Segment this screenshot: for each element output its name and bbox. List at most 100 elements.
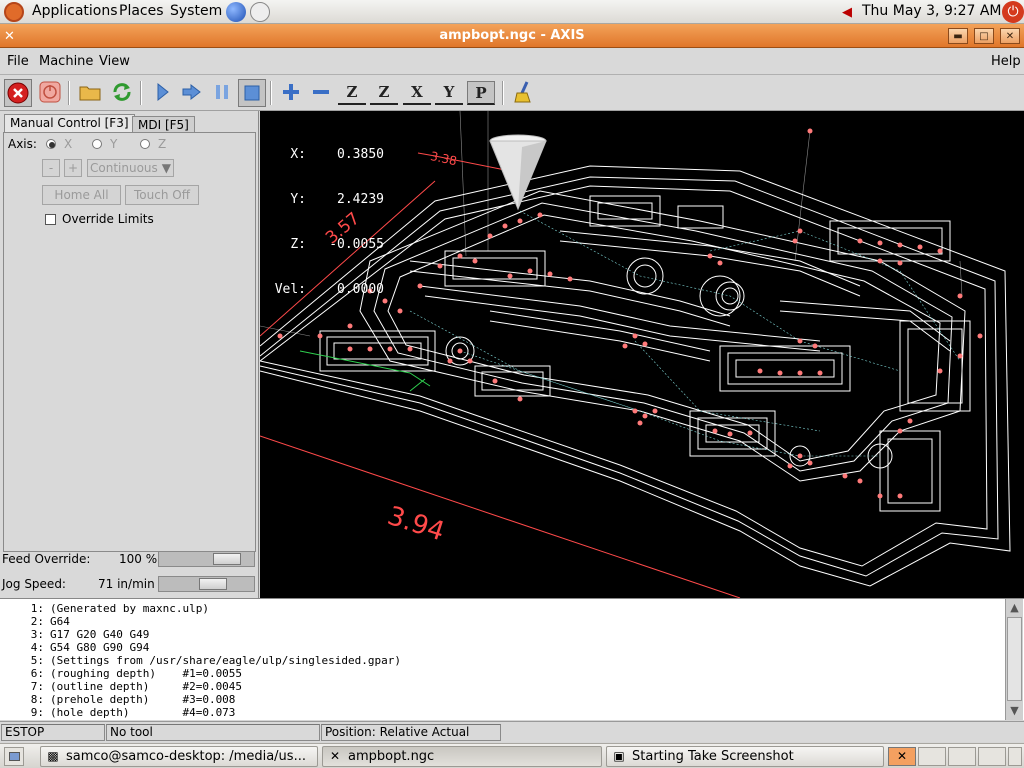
ubuntu-logo-icon[interactable] <box>4 2 24 22</box>
top-panel: Applications Places System ◀ Thu May 3, … <box>0 0 1024 24</box>
workspace-1[interactable]: ✕ <box>888 747 916 766</box>
gcode-line[interactable]: 3: G17 G20 G40 G49 <box>8 628 150 641</box>
axis-z-label: Z <box>158 137 167 151</box>
close-button[interactable]: ✕ <box>1000 28 1020 44</box>
workspace-2[interactable] <box>918 747 946 766</box>
scrollbar-thumb[interactable] <box>1007 617 1022 701</box>
places-menu[interactable]: Places <box>119 3 164 19</box>
machine-power-button[interactable] <box>36 79 64 107</box>
task-axis[interactable]: ✕ ampbopt.ngc <box>322 746 602 767</box>
view-z-rotated-button[interactable]: Z <box>370 81 398 105</box>
feed-override-slider-thumb[interactable] <box>213 553 241 565</box>
volume-icon[interactable]: ◀ <box>842 5 852 20</box>
gcode-line-text: G54 G80 G90 G94 <box>50 641 150 654</box>
gcode-listing[interactable]: 1: (Generated by maxnc.ulp) 2: G64 3: G17 G20… <box>0 598 1024 720</box>
show-desktop-button[interactable] <box>4 747 24 766</box>
feed-override-label: Feed Override: <box>2 552 91 566</box>
gcode-line[interactable]: 5: (Settings from /usr/share/eagle/ulp/si… <box>8 654 401 667</box>
gcode-line[interactable]: 7: (outline depth) #2=0.0045 <box>8 680 242 693</box>
gcode-line[interactable]: 8: (prehole depth) #3=0.008 <box>8 693 236 706</box>
system-menu[interactable]: System <box>170 3 222 19</box>
view-p-button[interactable]: P <box>467 81 495 105</box>
clear-plot-button[interactable] <box>510 79 538 107</box>
task-screenshot[interactable]: ▣ Starting Take Screenshot <box>606 746 884 767</box>
window-title-bar[interactable]: ✕ ampbopt.ngc - AXIS ▬ □ ✕ <box>0 24 1024 48</box>
task-axis-label: ampbopt.ngc <box>348 749 435 764</box>
menu-help[interactable]: Help <box>991 54 1021 69</box>
jog-minus-button[interactable]: - <box>42 159 60 177</box>
stop-button[interactable] <box>238 79 266 107</box>
folder-icon <box>79 86 101 101</box>
pause-button[interactable] <box>208 79 236 107</box>
override-limits-checkbox[interactable] <box>45 214 56 225</box>
open-file-button[interactable] <box>76 79 104 107</box>
task-terminal[interactable]: ▩ samco@samco-desktop: /media/us... <box>40 746 318 767</box>
reload-file-button[interactable] <box>108 79 136 107</box>
minimize-button[interactable]: ▬ <box>948 28 968 44</box>
run-button[interactable] <box>148 79 176 107</box>
jog-mode-select[interactable]: Continuous ▼ <box>87 159 174 177</box>
step-button[interactable] <box>178 79 206 107</box>
gcode-line-text: (Settings from /usr/share/eagle/ulp/sing… <box>50 654 401 667</box>
estop-button[interactable] <box>4 79 32 107</box>
toolpath-preview[interactable]: 3.94 3.57 3.38 X: 0.3850 Y: 2.4239 Z: -0.00… <box>260 111 1024 598</box>
clock[interactable]: Thu May 3, 9:27 AM <box>862 3 1002 19</box>
touch-off-button[interactable]: Touch Off <box>125 185 199 205</box>
toolbar: Z Z X Y P <box>0 75 1024 111</box>
workspace-3[interactable] <box>948 747 976 766</box>
workspace-4[interactable] <box>978 747 1006 766</box>
gcode-line-text: (outline depth) #2=0.0045 <box>50 680 243 693</box>
gcode-line[interactable]: 1: (Generated by maxnc.ulp) <box>8 602 209 615</box>
menu-file[interactable]: File <box>7 54 29 69</box>
terminal-icon: ▩ <box>47 749 59 763</box>
axis-z-radio[interactable] <box>140 139 150 149</box>
axis-y-label: Y <box>110 137 118 151</box>
feed-override-slider[interactable] <box>158 551 255 567</box>
gcode-line-text: (roughing depth) #1=0.0055 <box>50 667 243 680</box>
axis-x-radio[interactable] <box>46 139 56 149</box>
view-z-button[interactable]: Z <box>338 81 366 105</box>
dro-z-label: Z: <box>290 237 306 252</box>
zoom-out-icon <box>313 90 329 94</box>
trash-icon[interactable] <box>1008 747 1022 766</box>
applications-menu[interactable]: Applications <box>32 3 118 19</box>
zoom-in-button[interactable] <box>277 79 305 107</box>
web-browser-icon[interactable] <box>226 2 246 22</box>
gcode-scrollbar[interactable]: ▲ ▼ <box>1005 599 1023 720</box>
dro-x-label: X: <box>290 147 306 162</box>
zoom-out-button[interactable] <box>307 79 335 107</box>
window-title: ampbopt.ngc - AXIS <box>439 28 585 43</box>
gcode-line[interactable]: 9: (hole depth) #4=0.073 <box>8 706 236 719</box>
desktop-icon <box>9 752 20 761</box>
power-toggle-icon <box>39 81 61 103</box>
camera-icon: ▣ <box>613 749 625 763</box>
menu-view[interactable]: View <box>99 54 130 69</box>
gcode-line[interactable]: 6: (roughing depth) #1=0.0055 <box>8 667 242 680</box>
view-x-button[interactable]: X <box>403 81 431 105</box>
estop-icon <box>7 82 29 104</box>
dro-y-value: 2.4239 <box>337 192 384 207</box>
override-limits-label: Override Limits <box>62 212 154 226</box>
gcode-line-number: 3: <box>30 628 44 641</box>
status-bar: ESTOP No tool Position: Relative Actual <box>0 721 1024 742</box>
jog-speed-slider[interactable] <box>158 576 255 592</box>
gcode-line-number: 5: <box>30 654 44 667</box>
axis-y-radio[interactable] <box>92 139 102 149</box>
email-client-icon[interactable] <box>250 2 270 22</box>
gcode-line[interactable]: 2: G64 <box>8 615 70 628</box>
home-all-button[interactable]: Home All <box>42 185 121 205</box>
jog-speed-slider-thumb[interactable] <box>199 578 227 590</box>
jog-plus-button[interactable]: + <box>64 159 82 177</box>
scroll-down-icon[interactable]: ▼ <box>1007 703 1022 718</box>
power-icon[interactable]: ⏻ <box>1002 1 1024 23</box>
taskbar: ▩ samco@samco-desktop: /media/us... ✕ ampb… <box>0 743 1024 768</box>
menu-machine[interactable]: Machine <box>39 54 93 69</box>
scroll-up-icon[interactable]: ▲ <box>1007 600 1022 615</box>
gcode-line[interactable]: 4: G54 G80 G90 G94 <box>8 641 150 654</box>
stop-icon <box>244 85 260 101</box>
maximize-button[interactable]: □ <box>974 28 994 44</box>
view-y-button[interactable]: Y <box>435 81 463 105</box>
dro-y-label: Y: <box>290 192 306 207</box>
tab-manual-control[interactable]: Manual Control [F3] <box>4 114 135 132</box>
toolbar-separator <box>68 81 70 105</box>
